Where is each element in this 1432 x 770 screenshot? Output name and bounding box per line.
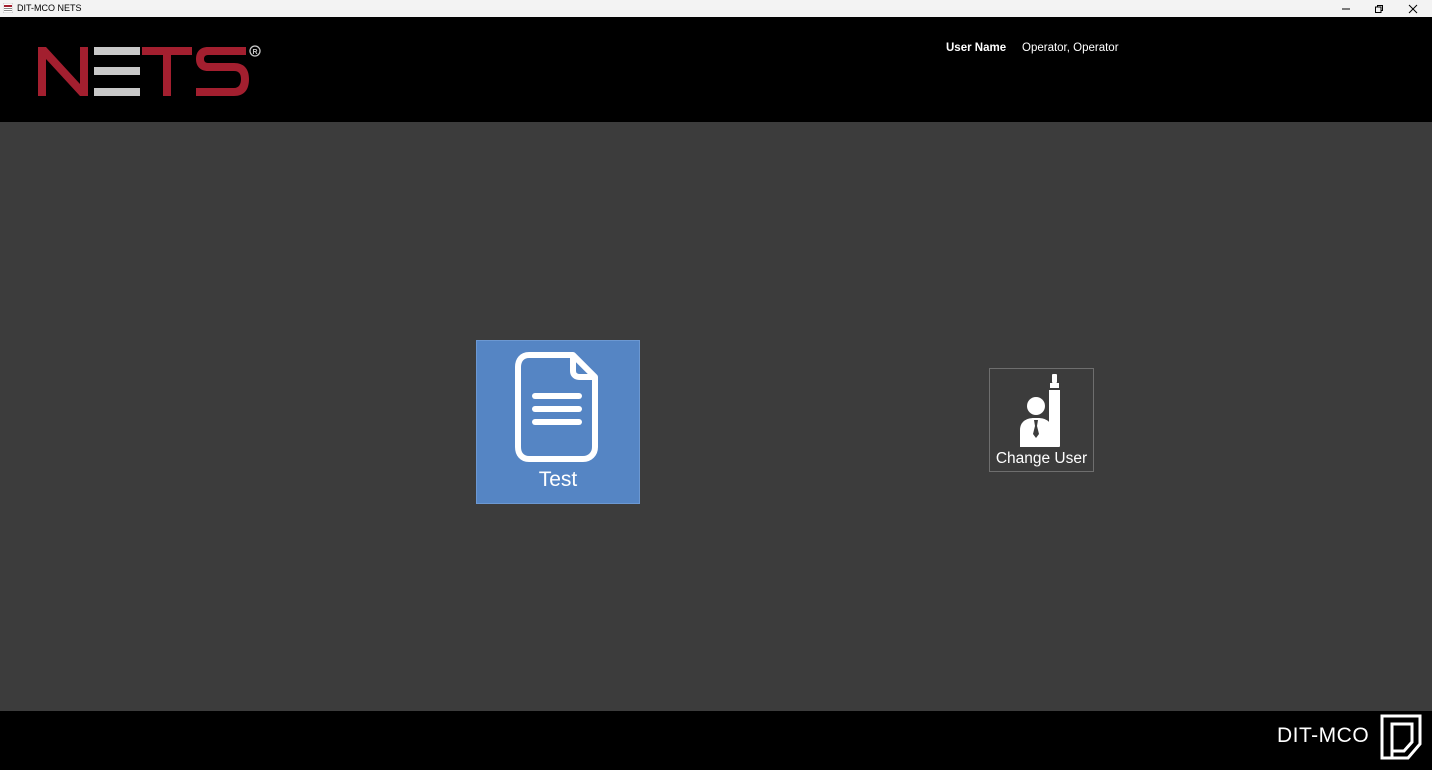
app-icon <box>3 3 13 13</box>
test-tile-label: Test <box>538 468 578 491</box>
app-header: R User Name Operator, Operator <box>0 17 1432 122</box>
change-user-tile-label: Change User <box>995 450 1088 467</box>
window-title: DIT-MCO NETS <box>17 3 82 13</box>
window-title-bar: DIT-MCO NETS <box>0 0 1432 17</box>
footer-brand-text: DIT-MCO <box>1277 724 1370 747</box>
main-area: Test Change User <box>0 122 1432 711</box>
document-icon <box>515 352 598 462</box>
user-name-label: User Name <box>946 42 1007 54</box>
nets-logo: R <box>38 45 261 96</box>
close-icon <box>1408 4 1418 13</box>
user-change-icon <box>1020 374 1060 447</box>
minimize-button[interactable] <box>1329 0 1363 17</box>
restore-icon <box>1375 4 1383 13</box>
app-footer: DIT-MCO <box>0 711 1432 770</box>
minimize-icon <box>1342 8 1350 9</box>
user-name-value: Operator, Operator <box>1022 42 1119 54</box>
change-user-tile-button[interactable]: Change User <box>989 368 1094 472</box>
svg-text:R: R <box>252 49 257 56</box>
dit-mco-logo-icon <box>1380 714 1422 760</box>
test-tile-button[interactable]: Test <box>476 340 640 504</box>
restore-button[interactable] <box>1362 0 1396 17</box>
close-button[interactable] <box>1396 0 1430 17</box>
